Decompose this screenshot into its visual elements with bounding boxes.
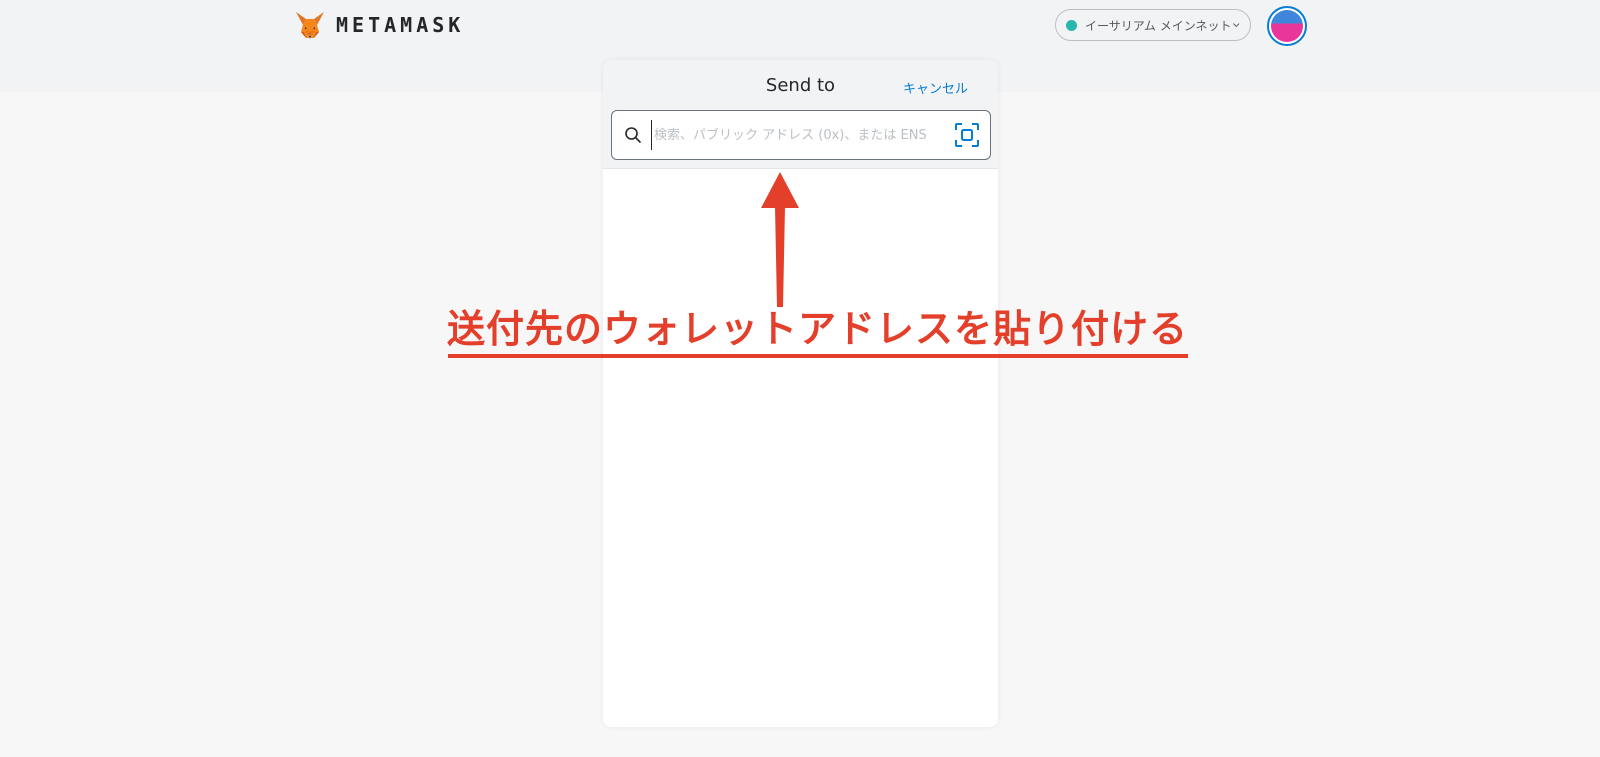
send-header: Send to キャンセル [603,60,998,169]
cancel-button[interactable]: キャンセル [903,78,968,97]
account-menu-button[interactable] [1267,6,1307,46]
metamask-fox-icon [296,12,324,39]
recipient-search-box[interactable] [611,110,991,160]
recipient-address-input[interactable] [651,120,948,150]
send-panel: Send to キャンセル [603,60,998,727]
brand-wordmark: METAMASK [336,13,465,37]
qr-scan-icon[interactable] [954,122,980,148]
network-label: イーサリアム メインネット [1085,18,1232,33]
search-icon [625,127,641,143]
chevron-down-icon [1232,23,1239,28]
annotation-text: 送付先のウォレットアドレスを貼り付ける [447,307,1189,351]
annotation-underline [448,354,1188,358]
account-avatar [1271,10,1303,42]
metamask-logo[interactable]: METAMASK [294,10,464,40]
network-status-dot [1066,19,1077,31]
network-selector[interactable]: イーサリアム メインネット [1055,9,1251,41]
arrow-up-icon [761,172,799,307]
